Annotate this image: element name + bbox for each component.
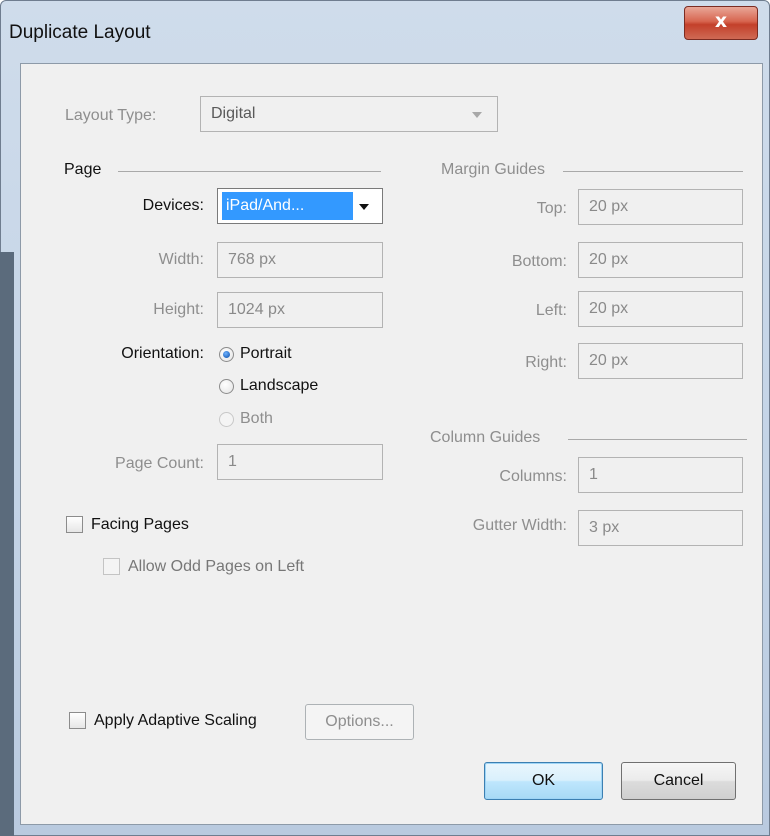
margin-right-field[interactable]: 20 px (578, 343, 743, 379)
gutter-width-field[interactable]: 3 px (578, 510, 743, 546)
margin-top-value: 20 px (589, 198, 629, 215)
adaptive-scaling-checkbox-icon[interactable] (69, 712, 86, 729)
close-icon: x (714, 10, 728, 32)
both-radio-icon (219, 412, 234, 427)
landscape-radio-icon[interactable] (219, 379, 234, 394)
margin-left-label: Left: (535, 302, 567, 319)
layout-type-select[interactable]: Digital (200, 96, 498, 132)
background-window-edge (0, 252, 14, 836)
facing-pages-label[interactable]: Facing Pages (91, 515, 189, 535)
allow-odd-pages-checkbox-icon (103, 558, 120, 575)
ok-button[interactable]: OK (484, 762, 603, 800)
page-section-label: Page (64, 161, 102, 178)
columns-label: Columns: (499, 468, 567, 485)
allow-odd-pages-label: Allow Odd Pages on Left (128, 558, 305, 575)
window-title: Duplicate Layout (9, 22, 151, 43)
landscape-label[interactable]: Landscape (240, 376, 318, 396)
columns-field[interactable]: 1 (578, 457, 743, 493)
dropdown-arrow-icon (359, 204, 369, 210)
column-guides-section-label: Column Guides (430, 429, 541, 446)
margin-top-field[interactable]: 20 px (578, 189, 743, 225)
facing-pages-checkbox-icon[interactable] (66, 516, 83, 533)
margin-guides-section-label: Margin Guides (441, 161, 546, 178)
margin-top-label: Top: (536, 200, 567, 217)
margin-bottom-field[interactable]: 20 px (578, 242, 743, 278)
gutter-width-value: 3 px (589, 519, 620, 536)
portrait-radio-icon[interactable] (219, 347, 234, 362)
width-label: Width: (158, 251, 204, 268)
cancel-button[interactable]: Cancel (621, 762, 736, 800)
page-count-label: Page Count: (115, 455, 204, 472)
both-label: Both (240, 410, 273, 427)
page-count-field[interactable]: 1 (217, 444, 383, 480)
orientation-label: Orientation: (121, 345, 204, 362)
gutter-width-label: Gutter Width: (472, 517, 567, 534)
margin-left-value: 20 px (589, 300, 629, 317)
margin-right-label: Right: (525, 354, 567, 371)
height-value: 1024 px (228, 301, 285, 318)
layout-type-label: Layout Type: (65, 107, 157, 124)
height-label: Height: (153, 301, 204, 318)
close-button[interactable]: x (684, 6, 758, 40)
portrait-label[interactable]: Portrait (240, 344, 292, 364)
page-count-value: 1 (228, 453, 237, 470)
height-field[interactable]: 1024 px (217, 292, 383, 328)
margin-right-value: 20 px (589, 352, 629, 369)
devices-value: iPad/And... (226, 197, 305, 214)
devices-select[interactable]: iPad/And... (217, 188, 383, 224)
columns-value: 1 (589, 466, 598, 483)
width-value: 768 px (228, 251, 277, 268)
adaptive-scaling-label[interactable]: Apply Adaptive Scaling (94, 711, 257, 731)
devices-label: Devices: (142, 197, 204, 214)
page-section-rule (118, 171, 381, 172)
margin-left-field[interactable]: 20 px (578, 291, 743, 327)
layout-type-value: Digital (211, 105, 256, 122)
margin-bottom-value: 20 px (589, 251, 629, 268)
dropdown-arrow-icon (472, 112, 482, 118)
width-field[interactable]: 768 px (217, 242, 383, 278)
margin-guides-rule (563, 171, 743, 172)
column-guides-rule (568, 439, 747, 440)
margin-bottom-label: Bottom: (511, 253, 567, 270)
options-button: Options... (305, 704, 414, 740)
